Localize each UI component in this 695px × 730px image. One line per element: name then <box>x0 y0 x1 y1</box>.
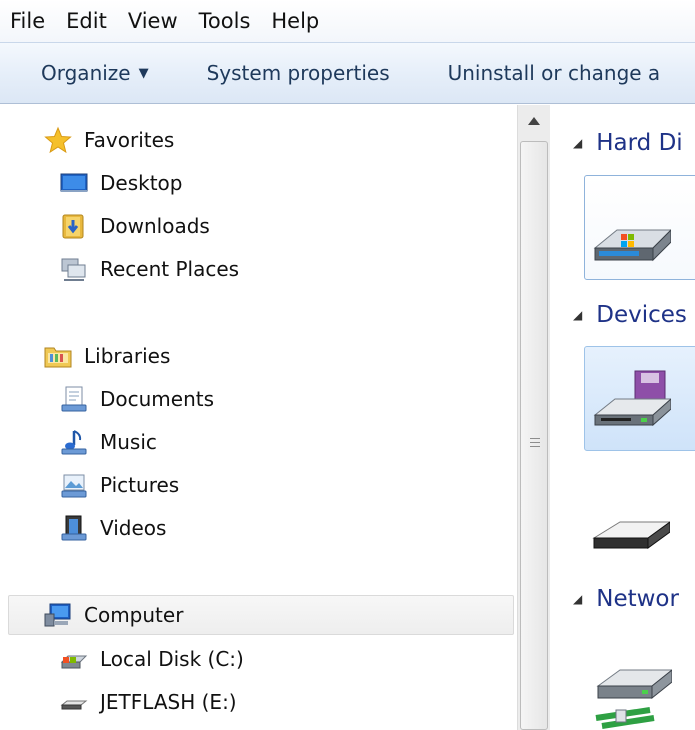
drive-tile-local-disk[interactable] <box>584 175 695 280</box>
menu-view[interactable]: View <box>128 7 178 35</box>
nav-videos[interactable]: Videos <box>60 508 166 548</box>
nav-local-disk-c-label: Local Disk (C:) <box>100 647 244 671</box>
uninstall-program-button[interactable]: Uninstall or change a <box>448 61 661 85</box>
star-icon <box>44 126 72 154</box>
documents-icon <box>60 385 88 413</box>
group-hard-disk-drives[interactable]: ◢ Hard Di <box>573 130 683 156</box>
nav-local-disk-c[interactable]: Local Disk (C:) <box>60 639 244 679</box>
nav-jetflash-e[interactable]: JETFLASH (E:) <box>60 682 237 722</box>
nav-recent-places-label: Recent Places <box>100 257 240 281</box>
scroll-up-arrow-icon[interactable] <box>518 105 550 137</box>
pictures-icon <box>60 471 88 499</box>
videos-icon <box>60 514 88 542</box>
nav-downloads[interactable]: Downloads <box>60 206 210 246</box>
nav-libraries[interactable]: Libraries <box>44 336 170 376</box>
group-hard-disk-drives-label: Hard Di <box>596 130 683 156</box>
drive-tile-network[interactable] <box>584 630 695 730</box>
drive-tile-removable[interactable] <box>584 490 695 595</box>
content-pane: ◢ Hard Di ◢ Devices ◢ Networ <box>551 105 695 730</box>
libraries-icon <box>44 342 72 370</box>
nav-favorites[interactable]: Favorites <box>44 120 174 160</box>
system-properties-button[interactable]: System properties <box>207 61 390 85</box>
nav-documents[interactable]: Documents <box>60 379 214 419</box>
hard-drive-icon <box>591 216 673 276</box>
computer-icon <box>44 601 72 629</box>
nav-pictures-label: Pictures <box>100 473 180 497</box>
dropdown-arrow-icon: ▼ <box>138 65 149 81</box>
nav-jetflash-e-label: JETFLASH (E:) <box>100 690 237 714</box>
recent-places-icon <box>60 255 88 283</box>
navigation-scrollbar[interactable] <box>517 105 550 730</box>
grip-line <box>530 442 540 443</box>
desktop-icon <box>60 169 88 197</box>
removable-drive-icon <box>60 688 88 716</box>
nav-libraries-label: Libraries <box>84 344 171 368</box>
grip-line <box>530 446 540 447</box>
floppy-drive-icon <box>591 369 673 439</box>
organize-button[interactable]: Organize ▼ <box>41 61 149 85</box>
group-network-locations-label: Networ <box>596 586 679 612</box>
nav-favorites-label: Favorites <box>84 128 175 152</box>
network-drive-icon <box>592 660 674 730</box>
menu-bar: File Edit View Tools Help <box>0 0 695 42</box>
navigation-pane: Favorites Desktop Downloads Recent Place… <box>0 105 517 730</box>
group-devices-label: Devices <box>596 302 687 328</box>
organize-label: Organize <box>41 61 131 85</box>
downloads-folder-icon <box>60 212 88 240</box>
nav-desktop[interactable]: Desktop <box>60 163 182 203</box>
menu-tools[interactable]: Tools <box>199 7 251 35</box>
collapse-triangle-icon[interactable]: ◢ <box>573 136 582 150</box>
scrollbar-thumb[interactable] <box>520 141 548 730</box>
nav-downloads-label: Downloads <box>100 214 210 238</box>
nav-pictures[interactable]: Pictures <box>60 465 179 505</box>
menu-help[interactable]: Help <box>271 7 319 35</box>
menu-file[interactable]: File <box>10 7 45 35</box>
removable-drive-icon <box>590 506 672 560</box>
nav-computer-label: Computer <box>84 603 184 627</box>
collapse-triangle-icon[interactable]: ◢ <box>573 308 582 322</box>
nav-recent-places[interactable]: Recent Places <box>60 249 239 289</box>
nav-music-label: Music <box>100 430 157 454</box>
nav-documents-label: Documents <box>100 387 215 411</box>
local-disk-icon <box>60 645 88 673</box>
group-network-locations[interactable]: ◢ Networ <box>573 586 679 612</box>
music-icon <box>60 428 88 456</box>
grip-line <box>530 438 540 439</box>
command-bar: Organize ▼ System properties Uninstall o… <box>0 42 695 104</box>
nav-music[interactable]: Music <box>60 422 157 462</box>
drive-tile-floppy[interactable] <box>584 346 695 451</box>
menu-edit[interactable]: Edit <box>66 7 107 35</box>
nav-computer[interactable]: Computer <box>8 595 514 635</box>
nav-desktop-label: Desktop <box>100 171 183 195</box>
nav-videos-label: Videos <box>100 516 167 540</box>
group-devices[interactable]: ◢ Devices <box>573 302 687 328</box>
collapse-triangle-icon[interactable]: ◢ <box>573 592 582 606</box>
